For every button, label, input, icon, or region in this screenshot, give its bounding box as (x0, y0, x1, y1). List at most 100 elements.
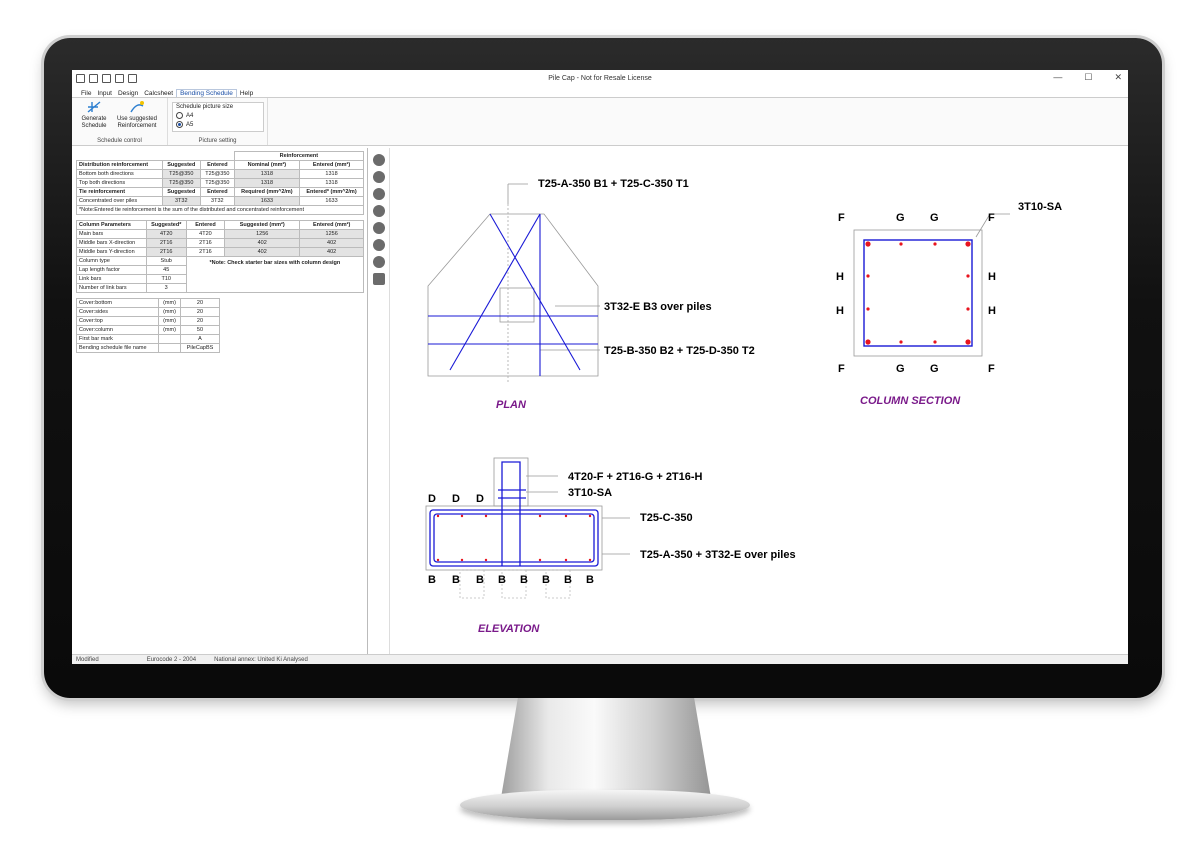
mark-h: H (836, 305, 844, 317)
mark-g: G (930, 212, 939, 224)
mark-f: F (838, 363, 845, 375)
mark-f: F (988, 212, 995, 224)
cover-value[interactable]: 50 (179, 325, 221, 335)
elev-label-1: 4T20-F + 2T16-G + 2T16-H (568, 471, 703, 483)
menu-input[interactable]: Input (94, 90, 114, 97)
picture-size-label: Schedule picture size (176, 104, 234, 110)
row-label: Middle bars Y-direction (76, 247, 147, 257)
menu-file[interactable]: File (78, 90, 94, 97)
ribbon: Generate Schedule Use suggested Reinforc… (72, 98, 1128, 146)
row-label: Middle bars X-direction (76, 238, 147, 248)
close-button[interactable]: ✕ (1114, 72, 1122, 83)
print-drawing-icon[interactable] (372, 273, 385, 285)
col-entered-header: Entered (185, 220, 226, 230)
mark-f: F (988, 363, 995, 375)
radio-a4-label: A4 (186, 112, 194, 119)
menu-design[interactable]: Design (115, 90, 141, 97)
entered-mm-cell: 1256 (299, 229, 364, 239)
middle-bar (899, 340, 903, 344)
table-row: Top both directions T25@350 T25@350 1318… (76, 178, 364, 188)
schedule-control-group: Generate Schedule Use suggested Reinforc… (72, 98, 168, 145)
table-row: Cover:bottom (mm) 20 (76, 298, 221, 308)
status-bar: Modified Eurocode 2 - 2004 National anne… (72, 654, 1128, 664)
cover-value[interactable]: 20 (179, 316, 221, 326)
menu-bending-schedule[interactable]: Bending Schedule (176, 89, 237, 97)
cover-label: Cover:sides (76, 307, 159, 317)
pan-icon[interactable] (372, 256, 385, 268)
radio-a4-circle[interactable] (176, 112, 183, 119)
entered-cell[interactable]: T25@350 (199, 178, 235, 188)
param-label: Column type (76, 256, 147, 266)
cover-value[interactable]: 20 (179, 307, 221, 317)
use-suggested-button[interactable]: Use suggested Reinforcement (114, 100, 160, 130)
elev-label-4: T25-A-350 + 3T32-E over piles (640, 549, 796, 561)
suggested-cell: T25@350 (161, 169, 201, 179)
entered-mm-cell: 1318 (299, 169, 364, 179)
reinforcement-table: Reinforcement Distribution reinforcement… (76, 151, 365, 215)
entered-cell[interactable]: 4T20 (185, 229, 226, 239)
schedule-control-label: Schedule control (97, 138, 142, 144)
entered-cell[interactable]: T25@350 (199, 169, 235, 179)
monitor-base (460, 790, 750, 820)
param-value[interactable]: T10 (145, 274, 187, 284)
entered-cell[interactable]: 3T32 (199, 196, 235, 206)
radio-a5-circle[interactable] (176, 121, 183, 128)
suggested-mm-cell: 402 (224, 238, 301, 248)
menu-help[interactable]: Help (237, 90, 256, 97)
param-value[interactable]: 3 (145, 283, 187, 293)
tie-entered-header: Entered (199, 187, 235, 197)
zoom-window-icon[interactable] (372, 154, 385, 166)
zoom-all-icon[interactable] (372, 171, 385, 183)
generate-schedule-button[interactable]: Generate Schedule (76, 100, 112, 130)
minimize-button[interactable]: — (1053, 72, 1062, 83)
entered-mm-header: Entered (mm²) (299, 160, 364, 170)
middle-bar (933, 242, 937, 246)
zoom-last-icon[interactable] (372, 188, 385, 200)
table-row: Cover:top (mm) 20 (76, 316, 221, 326)
column-outline (499, 287, 535, 323)
generate-schedule-icon (87, 101, 101, 113)
elev-bar-dot (538, 558, 542, 562)
starter-bar-note: *Note: Check starter bar sizes with colu… (185, 256, 365, 293)
mark-b: B (498, 574, 506, 586)
monitor: Pile Cap - Not for Resale License — ☐ ✕ … (0, 0, 1200, 847)
mark-b: B (542, 574, 550, 586)
zoom-out-icon[interactable] (372, 239, 385, 251)
zoom-in-icon[interactable] (372, 222, 385, 234)
plan-bar-diagonal-1 (449, 213, 541, 371)
zoom-extents-icon[interactable] (372, 205, 385, 217)
param-value[interactable]: 45 (145, 265, 187, 275)
bending-schedule-drawing: T25-A-350 B1 + T25-C-350 T1 3T32-E B3 ov… (425, 178, 1062, 635)
picture-setting-label: Picture setting (198, 138, 237, 144)
reinforcement-header: Reinforcement (233, 151, 365, 161)
drawing-canvas[interactable]: T25-A-350 B1 + T25-C-350 T1 3T32-E B3 ov… (390, 148, 1128, 654)
entered-cell[interactable]: 2T16 (185, 247, 226, 257)
entered-mm-cell: 402 (299, 238, 364, 248)
row-label: Bottom both directions (76, 169, 163, 179)
file-name-value[interactable]: PileCapBS (179, 343, 221, 353)
entered-cell[interactable]: 2T16 (185, 238, 226, 248)
cover-label: Bending schedule file name (76, 343, 159, 353)
cover-value[interactable]: 20 (179, 298, 221, 308)
menu-calcsheet[interactable]: Calcsheet (141, 90, 176, 97)
plan-mid-label: 3T32-E B3 over piles (604, 301, 712, 313)
entered-star-cell: 1633 (299, 196, 364, 206)
radio-a4[interactable]: A4 (176, 112, 260, 119)
maximize-button[interactable]: ☐ (1084, 72, 1092, 83)
table-row: Column type Stub *Note: Check starter ba… (76, 256, 365, 293)
mark-g: G (896, 363, 905, 375)
mark-g: G (896, 212, 905, 224)
use-suggested-label-1: Use suggested (116, 116, 157, 122)
param-value[interactable]: Stub (145, 256, 187, 266)
first-bar-mark-value[interactable]: A (179, 334, 221, 344)
entered-mm-cell: 1318 (299, 178, 364, 188)
mark-h: H (988, 305, 996, 317)
param-label: Link bars (76, 274, 147, 284)
zoom-toolbar (368, 148, 390, 654)
mark-b: B (452, 574, 460, 586)
middle-bar (966, 274, 970, 278)
title-bar: Pile Cap - Not for Resale License — ☐ ✕ (72, 70, 1128, 87)
tie-suggested-header: Suggested (161, 187, 201, 197)
middle-bar (866, 274, 870, 278)
radio-a5[interactable]: A5 (176, 121, 260, 128)
